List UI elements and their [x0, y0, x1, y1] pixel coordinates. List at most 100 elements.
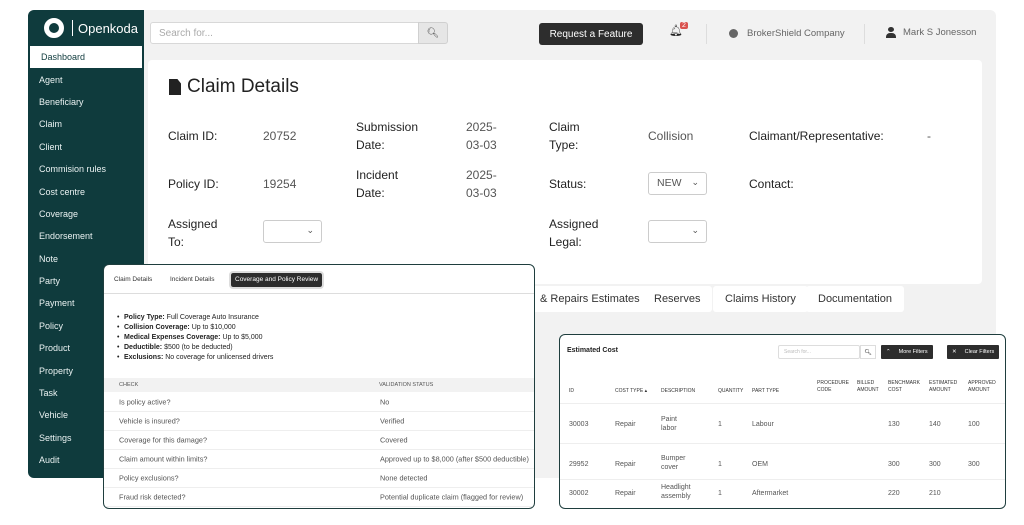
table-row: Vehicle is insured? Verified	[104, 412, 534, 431]
approved-amount-column-header[interactable]: APPROVED AMOUNT	[968, 380, 996, 394]
description-column-header[interactable]: DESCRIPTION	[661, 388, 695, 395]
tab-coverage-policy-review[interactable]: Coverage and Policy Review	[228, 271, 325, 289]
tab-claim-details[interactable]: Claim Details	[110, 273, 156, 287]
cost-type-column-header[interactable]: COST TYPE ▴	[615, 388, 647, 395]
logo-text: Openkoda	[78, 20, 138, 36]
approved-cell: 100	[968, 421, 980, 428]
assigned-to-select[interactable]: ⌄	[263, 220, 322, 243]
sidebar-item-cost-centre[interactable]: Cost centre	[28, 180, 144, 202]
cost-type-cell: Repair	[615, 421, 636, 428]
company-dot-icon	[729, 29, 738, 38]
status-cell: Verified	[380, 416, 405, 426]
sidebar-item-beneficiary[interactable]: Beneficiary	[28, 91, 144, 113]
divider	[864, 24, 865, 44]
estimated-cell: 210	[929, 490, 941, 497]
medical-coverage-bullet: Medical Expenses Coverage: Up to $5,000	[117, 333, 263, 343]
assigned-to-label: Assigned To:	[168, 217, 218, 249]
claim-type-label: Claim Type:	[549, 120, 580, 152]
request-feature-button[interactable]: Request a Feature	[539, 23, 643, 45]
company-selector[interactable]: BrokerShield Company	[729, 28, 845, 39]
collision-coverage-bullet: Collision Coverage: Up to $10,000	[117, 323, 236, 333]
status-cell: No	[380, 397, 390, 407]
logo[interactable]: Openkoda	[28, 10, 144, 46]
id-cell: 30002	[569, 490, 589, 497]
table-row: Policy exclusions? None detected	[104, 469, 534, 488]
incident-date-value: 2025- 03-03	[466, 168, 497, 200]
exclusions-bullet: Exclusions: No coverage for unlicensed d…	[117, 353, 273, 363]
benchmark-cell: 220	[888, 490, 900, 497]
check-cell: Fraud risk detected?	[119, 492, 186, 502]
sidebar-item-coverage[interactable]: Coverage	[28, 203, 144, 225]
divider	[560, 403, 1005, 404]
claimant-value: -	[927, 129, 931, 143]
status-column-header: VALIDATION STATUS	[379, 382, 434, 388]
cost-type-cell: Repair	[615, 461, 636, 468]
sidebar-item-client[interactable]: Client	[28, 136, 144, 158]
notification-badge: 2	[680, 22, 688, 29]
benchmark-cell: 300	[888, 461, 900, 468]
sort-up-icon: ▴	[644, 388, 648, 394]
estimated-cell: 300	[929, 461, 941, 468]
benchmark-cost-column-header[interactable]: BENCHMARK COST	[888, 380, 920, 394]
quantity-cell: 1	[718, 461, 722, 468]
tab-documentation[interactable]: Documentation	[806, 286, 904, 312]
notifications-button[interactable]: 🔔︎ 2	[669, 22, 691, 44]
policy-type-bullet: Policy Type: Full Coverage Auto Insuranc…	[117, 313, 259, 323]
check-cell: Claim amount within limits?	[119, 454, 208, 464]
billed-amount-column-header[interactable]: BILLED AMOUNT	[857, 380, 879, 394]
estimate-search-input[interactable]: Search for...	[778, 345, 860, 359]
assigned-legal-select[interactable]: ⌄	[648, 220, 707, 243]
clear-filters-label: Clear Filters	[964, 349, 995, 355]
table-row: Coverage for this damage? Covered	[104, 431, 534, 450]
tab-reserves[interactable]: Reserves	[642, 286, 713, 312]
table-row: Is policy active? No	[104, 393, 534, 412]
tab-incident-details[interactable]: Incident Details	[166, 273, 218, 287]
more-filters-button[interactable]: ⌃ More Filters	[881, 345, 933, 359]
estimated-amount-column-header[interactable]: ESTIMATED AMOUNT	[929, 380, 957, 394]
chevron-up-icon: ⌃	[886, 349, 891, 355]
sidebar-item-endorsement[interactable]: Endorsement	[28, 225, 144, 247]
sidebar-item-claim[interactable]: Claim	[28, 113, 144, 135]
page-title: Claim Details	[169, 76, 299, 98]
id-column-header[interactable]: ID	[569, 388, 574, 395]
validation-table-header: CHECK VALIDATION STATUS	[104, 378, 534, 392]
sidebar-item-commision-rules[interactable]: Commision rules	[28, 158, 144, 180]
divider	[104, 293, 534, 294]
table-row: Fraud risk detected? Potential duplicate…	[104, 488, 534, 507]
submission-date-value: 2025- 03-03	[466, 120, 497, 152]
procedure-code-column-header[interactable]: PROCEDURE CODE	[817, 380, 849, 394]
clear-filters-button[interactable]: ✕ Clear Filters	[947, 345, 1000, 359]
more-filters-label: More Filters	[898, 349, 928, 355]
search-button[interactable]: 🔍︎	[418, 22, 448, 44]
quantity-column-header[interactable]: QUANTITY	[718, 388, 743, 395]
part-type-column-header[interactable]: PART TYPE	[752, 388, 779, 395]
sidebar-item-dashboard[interactable]: Dashboard	[30, 46, 142, 69]
table-row: Claim amount within limits? Approved up …	[104, 450, 534, 469]
quantity-cell: 1	[718, 490, 722, 497]
check-cell: Is policy active?	[119, 397, 171, 407]
benchmark-cell: 130	[888, 421, 900, 428]
description-cell: Paint labor	[661, 416, 677, 432]
claim-details-card: Claim Details Claim ID: 20752 Submission…	[148, 60, 982, 284]
status-cell: Potential duplicate claim (flagged for r…	[380, 492, 524, 502]
sidebar-item-agent[interactable]: Agent	[28, 68, 144, 90]
claim-id-value: 20752	[263, 129, 297, 143]
tab-claims-history[interactable]: Claims History	[713, 286, 808, 312]
close-icon: ✕	[952, 349, 957, 355]
contact-label: Contact:	[749, 177, 794, 191]
search-icon: 🔍︎	[864, 349, 872, 356]
quantity-cell: 1	[718, 421, 722, 428]
assigned-legal-label: Assigned Legal:	[549, 217, 599, 249]
search-input[interactable]: Search for...	[150, 22, 422, 44]
user-icon	[886, 27, 896, 38]
status-select[interactable]: NEW ⌄	[648, 172, 707, 195]
status-cell: Approved up to $8,000 (after $500 deduct…	[380, 454, 529, 464]
estimate-search-button[interactable]: 🔍︎	[860, 345, 876, 359]
tab-repairs-estimates[interactable]: & Repairs Estimates	[528, 286, 652, 312]
coverage-review-panel: Claim Details Incident Details Coverage …	[103, 264, 535, 509]
submission-date-label: Submission Date:	[356, 120, 419, 152]
user-menu[interactable]: Mark S Jonesson	[886, 27, 976, 38]
divider	[560, 443, 1005, 444]
logo-separator	[72, 20, 73, 36]
page-title-text: Claim Details	[187, 76, 299, 97]
